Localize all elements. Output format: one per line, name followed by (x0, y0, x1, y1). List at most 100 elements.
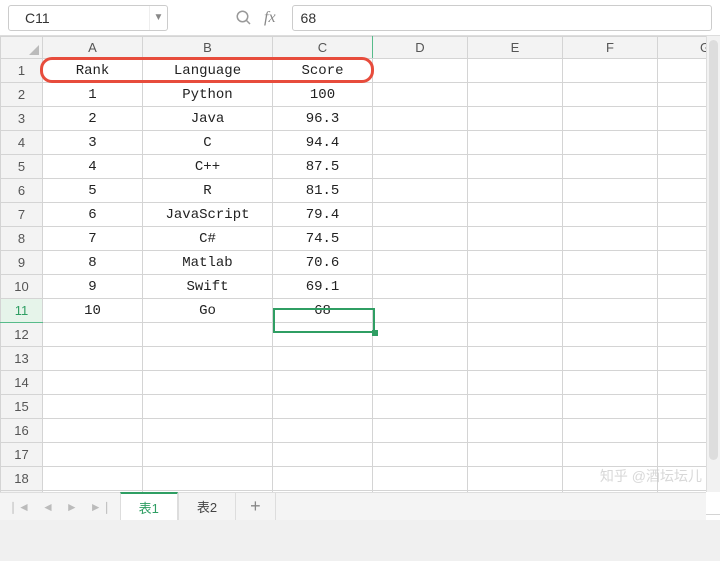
cell-A6[interactable]: 5 (43, 179, 143, 203)
row-header[interactable]: 10 (1, 275, 43, 299)
row-header[interactable]: 14 (1, 371, 43, 395)
col-header-B[interactable]: B (143, 37, 273, 59)
nav-next-icon[interactable]: ► (66, 500, 78, 514)
cell-C14[interactable] (273, 371, 373, 395)
cell-A14[interactable] (43, 371, 143, 395)
cell-C5[interactable]: 87.5 (273, 155, 373, 179)
fx-label[interactable]: fx (264, 9, 276, 27)
cell-F5[interactable] (563, 155, 658, 179)
row-header[interactable]: 1 (1, 59, 43, 83)
cell-E18[interactable] (468, 467, 563, 491)
cell-E4[interactable] (468, 131, 563, 155)
col-header-F[interactable]: F (563, 37, 658, 59)
cell-E10[interactable] (468, 275, 563, 299)
cell-A18[interactable] (43, 467, 143, 491)
cell-D7[interactable] (373, 203, 468, 227)
cell-E7[interactable] (468, 203, 563, 227)
cell-B17[interactable] (143, 443, 273, 467)
cell-A5[interactable]: 4 (43, 155, 143, 179)
cell-D18[interactable] (373, 467, 468, 491)
cell-E2[interactable] (468, 83, 563, 107)
cell-E13[interactable] (468, 347, 563, 371)
cell-F2[interactable] (563, 83, 658, 107)
cell-C11[interactable]: 68 (273, 299, 373, 323)
cell-C13[interactable] (273, 347, 373, 371)
col-header-D[interactable]: D (373, 37, 468, 59)
cell-F9[interactable] (563, 251, 658, 275)
cell-A8[interactable]: 7 (43, 227, 143, 251)
cell-D16[interactable] (373, 419, 468, 443)
cell-D9[interactable] (373, 251, 468, 275)
cell-C4[interactable]: 94.4 (273, 131, 373, 155)
cell-E3[interactable] (468, 107, 563, 131)
cell-B11[interactable]: Go (143, 299, 273, 323)
row-header[interactable]: 15 (1, 395, 43, 419)
cell-E6[interactable] (468, 179, 563, 203)
cell-D11[interactable] (373, 299, 468, 323)
cell-F3[interactable] (563, 107, 658, 131)
row-header[interactable]: 9 (1, 251, 43, 275)
cell-B3[interactable]: Java (143, 107, 273, 131)
cell-F10[interactable] (563, 275, 658, 299)
formula-input[interactable] (292, 5, 712, 31)
col-header-C[interactable]: C (273, 37, 373, 59)
row-header[interactable]: 11 (1, 299, 43, 323)
row-header[interactable]: 7 (1, 203, 43, 227)
cell-A11[interactable]: 10 (43, 299, 143, 323)
cell-E8[interactable] (468, 227, 563, 251)
cell-E12[interactable] (468, 323, 563, 347)
cell-F13[interactable] (563, 347, 658, 371)
cell-E16[interactable] (468, 419, 563, 443)
row-header[interactable]: 5 (1, 155, 43, 179)
cell-C8[interactable]: 74.5 (273, 227, 373, 251)
cell-A13[interactable] (43, 347, 143, 371)
cell-D14[interactable] (373, 371, 468, 395)
cell-F15[interactable] (563, 395, 658, 419)
cell-B18[interactable] (143, 467, 273, 491)
cell-C3[interactable]: 96.3 (273, 107, 373, 131)
cell-A16[interactable] (43, 419, 143, 443)
cell-A4[interactable]: 3 (43, 131, 143, 155)
cell-C1[interactable]: Score (273, 59, 373, 83)
col-header-A[interactable]: A (43, 37, 143, 59)
cell-E11[interactable] (468, 299, 563, 323)
chevron-down-icon[interactable]: ▼ (149, 6, 167, 30)
cell-B2[interactable]: Python (143, 83, 273, 107)
cell-F7[interactable] (563, 203, 658, 227)
nav-first-icon[interactable]: ❘◄ (8, 500, 30, 514)
nav-prev-icon[interactable]: ◄ (42, 500, 54, 514)
cell-D15[interactable] (373, 395, 468, 419)
cell-A12[interactable] (43, 323, 143, 347)
row-header[interactable]: 16 (1, 419, 43, 443)
cell-D13[interactable] (373, 347, 468, 371)
cell-C6[interactable]: 81.5 (273, 179, 373, 203)
cell-D6[interactable] (373, 179, 468, 203)
cell-C12[interactable] (273, 323, 373, 347)
cell-F12[interactable] (563, 323, 658, 347)
cell-A10[interactable]: 9 (43, 275, 143, 299)
cell-A3[interactable]: 2 (43, 107, 143, 131)
cell-B7[interactable]: JavaScript (143, 203, 273, 227)
cell-C2[interactable]: 100 (273, 83, 373, 107)
cell-B16[interactable] (143, 419, 273, 443)
cell-B4[interactable]: C (143, 131, 273, 155)
cell-F16[interactable] (563, 419, 658, 443)
row-header[interactable]: 18 (1, 467, 43, 491)
cell-B12[interactable] (143, 323, 273, 347)
cell-D10[interactable] (373, 275, 468, 299)
zoom-icon[interactable] (232, 6, 256, 30)
row-header[interactable]: 17 (1, 443, 43, 467)
scrollbar-thumb[interactable] (709, 40, 718, 460)
cell-E14[interactable] (468, 371, 563, 395)
nav-last-icon[interactable]: ►❘ (90, 500, 112, 514)
cell-B13[interactable] (143, 347, 273, 371)
add-sheet-button[interactable]: + (236, 493, 276, 520)
cell-F6[interactable] (563, 179, 658, 203)
cell-A1[interactable]: Rank (43, 59, 143, 83)
sheet-tab-2[interactable]: 表2 (178, 493, 236, 520)
cell-F11[interactable] (563, 299, 658, 323)
row-header[interactable]: 2 (1, 83, 43, 107)
cell-D8[interactable] (373, 227, 468, 251)
cell-E1[interactable] (468, 59, 563, 83)
row-header[interactable]: 12 (1, 323, 43, 347)
